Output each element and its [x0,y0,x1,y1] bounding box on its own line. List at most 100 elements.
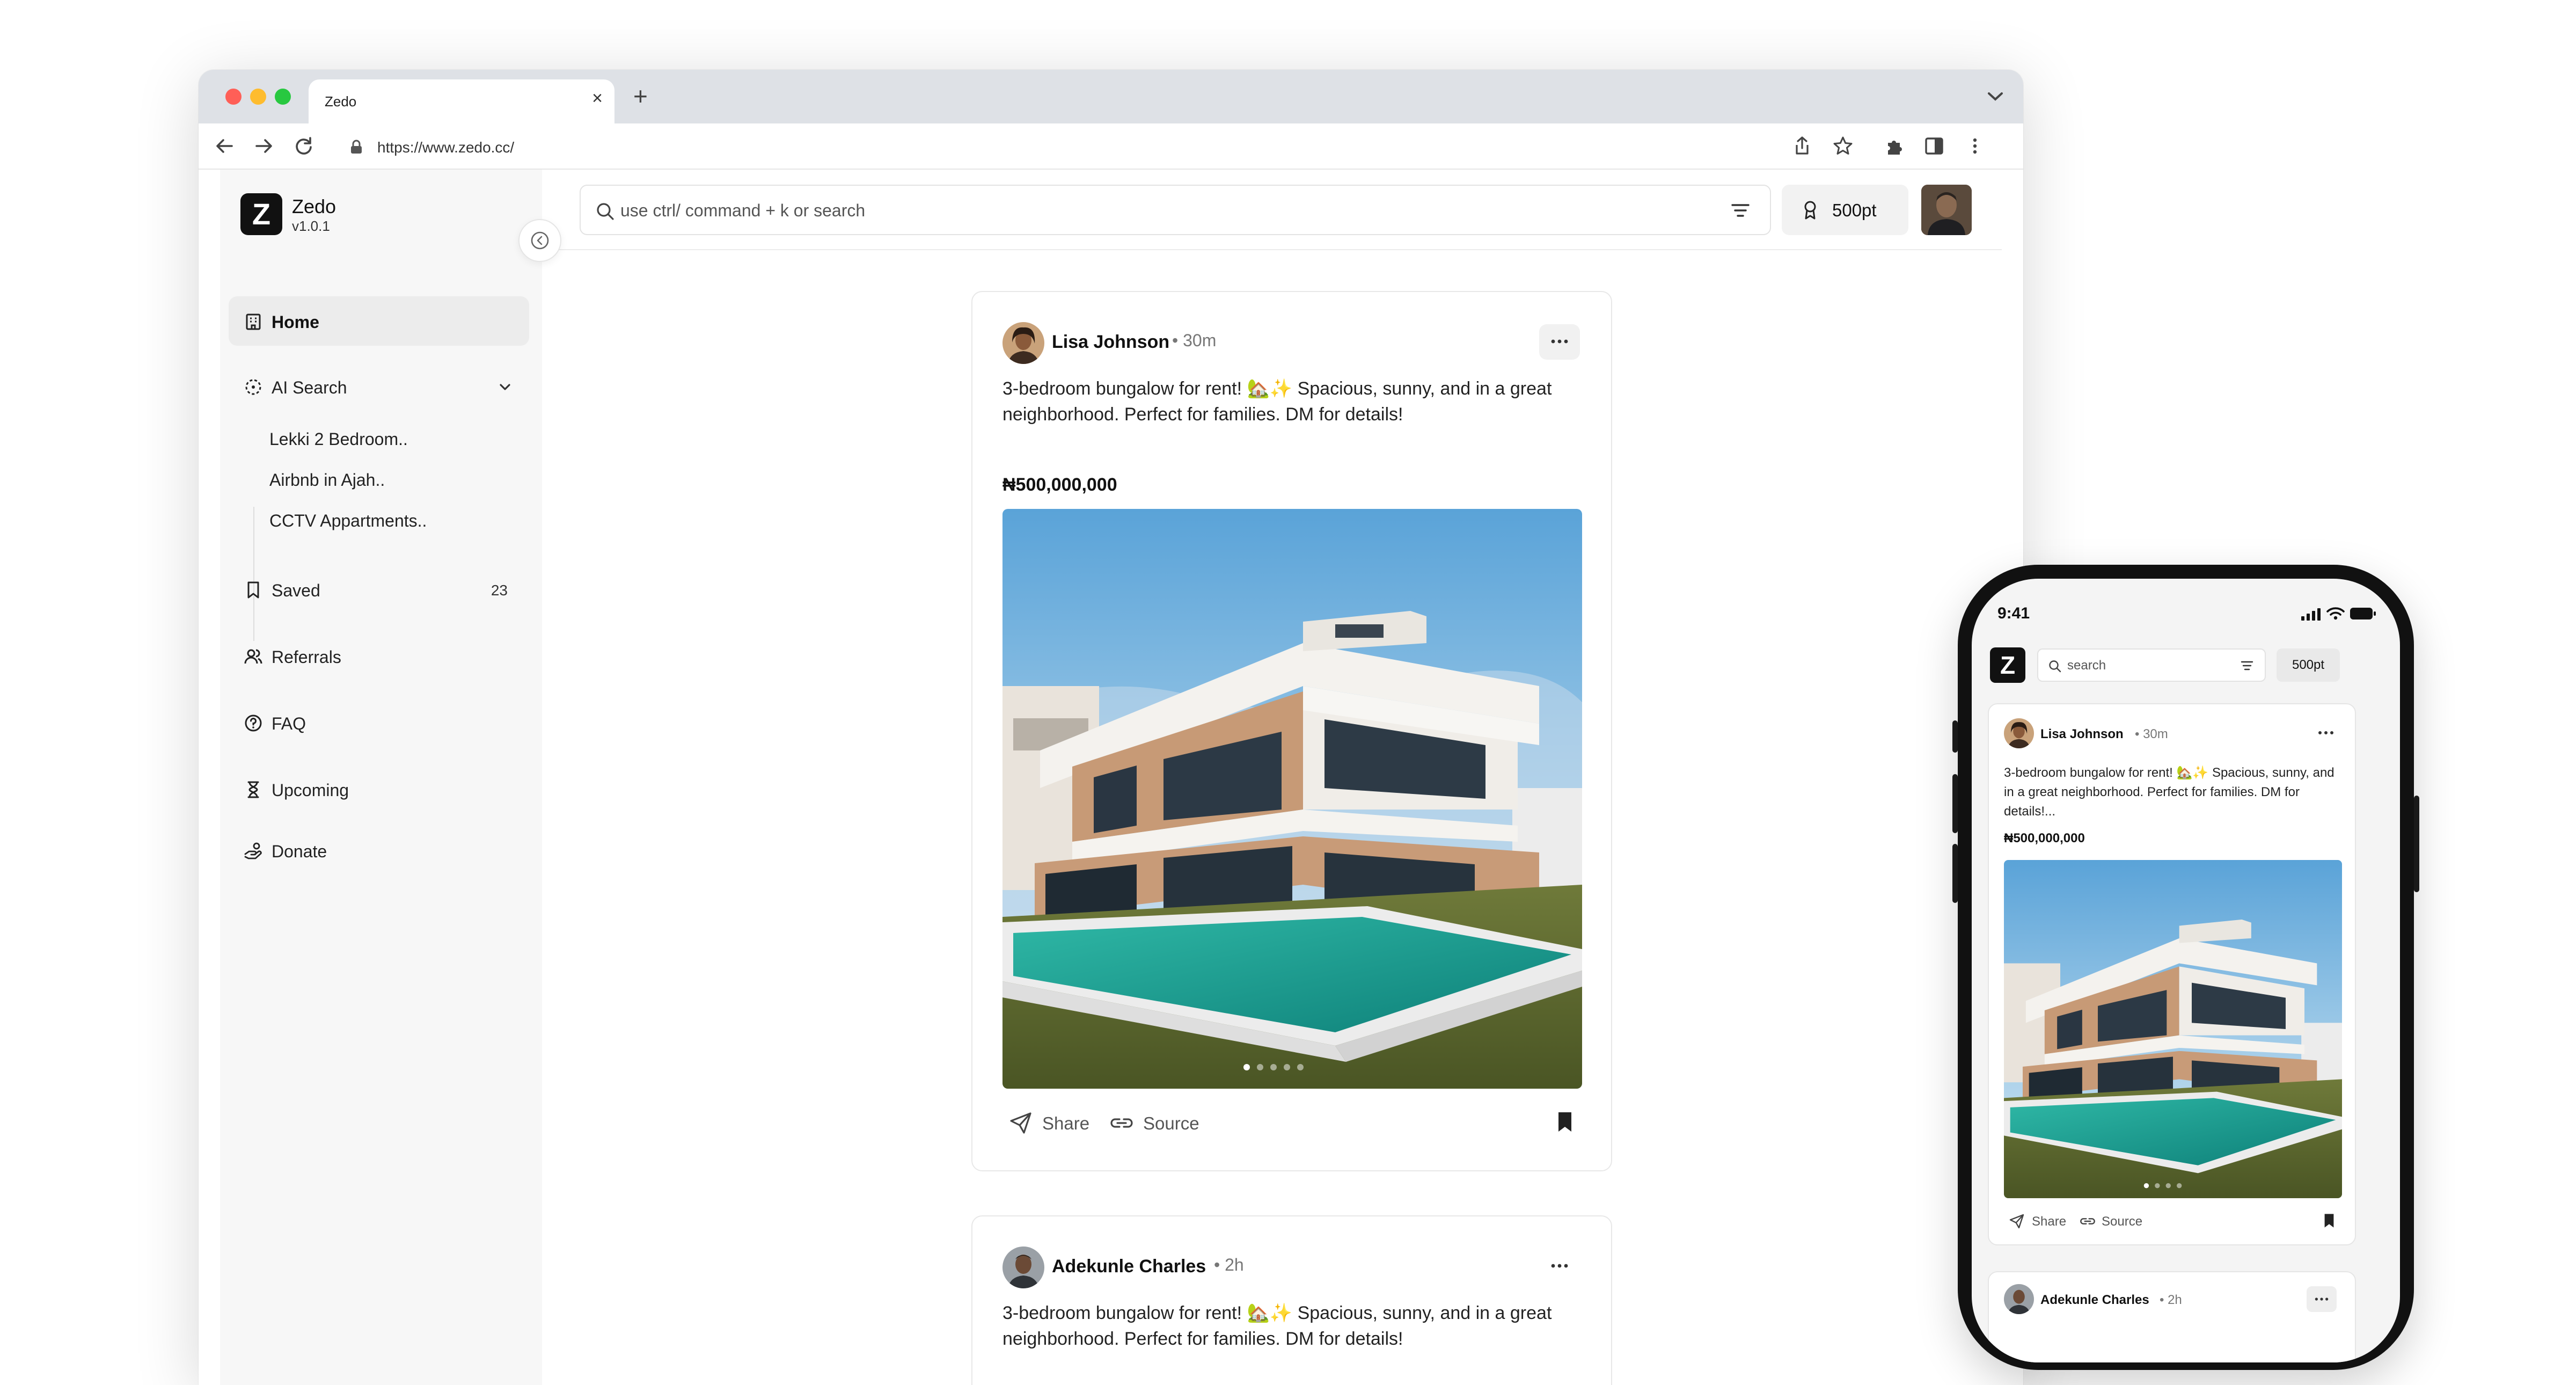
filter-icon[interactable] [1726,198,1755,223]
phone-brand-logo[interactable]: Z [1990,647,2025,683]
sidebar-item-saved[interactable]: Saved 23 [229,565,529,614]
ai-search-history-item[interactable]: Lekki 2 Bedroom.. [269,429,408,449]
back-arrow-icon[interactable] [214,135,235,157]
link-icon[interactable] [2079,1213,2096,1229]
post-time: • 2h [2160,1293,2182,1307]
post-photo[interactable] [2004,860,2342,1198]
post-more-button[interactable] [1539,324,1580,360]
user-avatar[interactable] [1921,185,1972,235]
post-author-name[interactable]: Adekunle Charles [2040,1293,2149,1308]
sidebar-item-donate[interactable]: Donate [229,826,529,875]
post-text: 3-bedroom bungalow for rent! 🏡✨ Spacious… [2004,766,2334,819]
new-tab-button[interactable]: + [633,84,648,108]
post-card: Lisa Johnson • 30m 3-bedroom bungalow fo… [971,291,1612,1171]
search-bar[interactable] [580,185,1771,235]
phone-points-badge[interactable]: 500pt [2277,648,2340,682]
post-author-avatar[interactable] [2004,1284,2034,1314]
more-horizontal-icon[interactable] [2317,730,2334,735]
post-more-button[interactable] [1539,1249,1580,1284]
share-send-icon[interactable] [1008,1111,1034,1135]
status-bar-time: 9:41 [1997,604,2030,622]
hourglass-icon [247,781,259,798]
wifi-icon [2326,607,2345,620]
sidebar-item-faq[interactable]: FAQ [229,698,529,747]
post-author-name[interactable]: Adekunle Charles [1052,1256,1206,1277]
lock-icon [351,140,362,154]
brand-logo[interactable]: Z [240,193,282,235]
browser-menu-icon[interactable] [1964,135,1986,157]
ai-search-dashed-circle-icon [245,379,261,395]
forward-arrow-icon[interactable] [253,135,275,157]
collapse-sidebar-button[interactable] [518,219,561,262]
sidebar-item-label: AI Search [272,378,347,397]
ai-search-history-item[interactable]: CCTV Appartments.. [269,511,427,531]
post-text: 3-bedroom bungalow for rent! 🏡✨ Spacious… [1002,378,1552,425]
bookmark-star-icon[interactable] [1832,135,1854,157]
share-button[interactable]: Share [2032,1214,2066,1229]
house-photo [2004,860,2342,1198]
tab-title: Zedo [325,93,357,110]
more-horizontal-icon [2315,1297,2329,1301]
post-author-avatar[interactable] [2004,718,2034,748]
sidebar-item-upcoming[interactable]: Upcoming [229,764,529,814]
tab-list-chevron-icon[interactable] [1987,91,2004,102]
browser-tab[interactable]: Zedo × [309,79,614,123]
share-button[interactable]: Share [1042,1113,1089,1134]
bookmark-filled-icon[interactable] [2322,1211,2337,1230]
chevron-down-icon[interactable] [496,378,514,396]
chevron-left-circle-icon [531,231,549,250]
extensions-puzzle-icon[interactable] [1884,135,1905,157]
sidebar-item-label: Upcoming [272,781,349,800]
phone-power-button [2414,796,2419,892]
filter-icon[interactable] [2238,658,2256,673]
post-author-name[interactable]: Lisa Johnson [1052,332,1169,353]
address-bar[interactable]: https://www.zedo.cc/ [335,131,1924,162]
post-card: Adekunle Charles • 2h 3-bedroom bungalow… [971,1215,1612,1385]
post-time: • 2h [1214,1255,1244,1274]
tab-close-icon[interactable]: × [592,89,603,107]
help-circle-icon [245,715,262,732]
search-input[interactable] [620,198,1640,223]
search-icon [597,203,614,220]
bookmark-filled-icon[interactable] [1554,1109,1576,1135]
avatar-photo [2004,1284,2034,1314]
phone-mockup: 9:41 Z 500pt Lisa Johnson • 30m 3-bedroo… [1952,565,2419,1370]
phone-silent-switch [1952,720,1958,753]
reload-icon[interactable] [293,135,314,157]
post-more-button[interactable] [2307,1286,2337,1312]
sidebar-item-home[interactable]: Home [229,296,529,346]
browser-toolbar: https://www.zedo.cc/ [199,123,2023,170]
sidebar-item-ai-search[interactable]: AI Search [229,362,529,411]
source-button[interactable]: Source [2102,1214,2142,1229]
minimize-window-button[interactable] [250,89,266,105]
saved-count-badge: 23 [491,582,508,599]
sidebar-item-label: Home [272,312,319,332]
sidebar-item-label: Donate [272,842,327,861]
close-window-button[interactable] [225,89,241,105]
phone-search-bar[interactable] [2037,648,2266,682]
post-author-name[interactable]: Lisa Johnson [2040,727,2124,742]
browser-window: Zedo × + https://www.zedo.cc/ Z Zedo v1.… [199,70,2023,1385]
phone-volume-up [1952,774,1958,833]
phone-volume-down [1952,844,1958,903]
phone-search-input[interactable] [2067,657,2228,674]
hand-coins-icon [244,842,262,859]
avatar-photo [1002,322,1044,364]
share-page-icon[interactable] [1791,135,1813,157]
users-icon [244,649,262,664]
bookmark-icon [247,581,259,599]
sidebar-item-referrals[interactable]: Referrals [229,631,529,681]
app-shell: Z Zedo v1.0.1 Home AI Search Lekki 2 Bed… [220,170,2002,1385]
maximize-window-button[interactable] [275,89,291,105]
side-panel-icon[interactable] [1923,135,1945,157]
source-button[interactable]: Source [1143,1113,1199,1134]
post-photo[interactable] [1002,509,1582,1089]
sidebar-item-label: Referrals [272,647,341,667]
ai-search-history-item[interactable]: Airbnb in Ajah.. [269,470,385,490]
post-author-avatar[interactable] [1002,1246,1044,1288]
post-author-avatar[interactable] [1002,322,1044,364]
link-icon[interactable] [1109,1111,1135,1135]
points-badge[interactable]: 500pt [1782,185,1908,235]
share-send-icon[interactable] [2008,1213,2025,1229]
brand-name: Zedo [292,195,336,217]
